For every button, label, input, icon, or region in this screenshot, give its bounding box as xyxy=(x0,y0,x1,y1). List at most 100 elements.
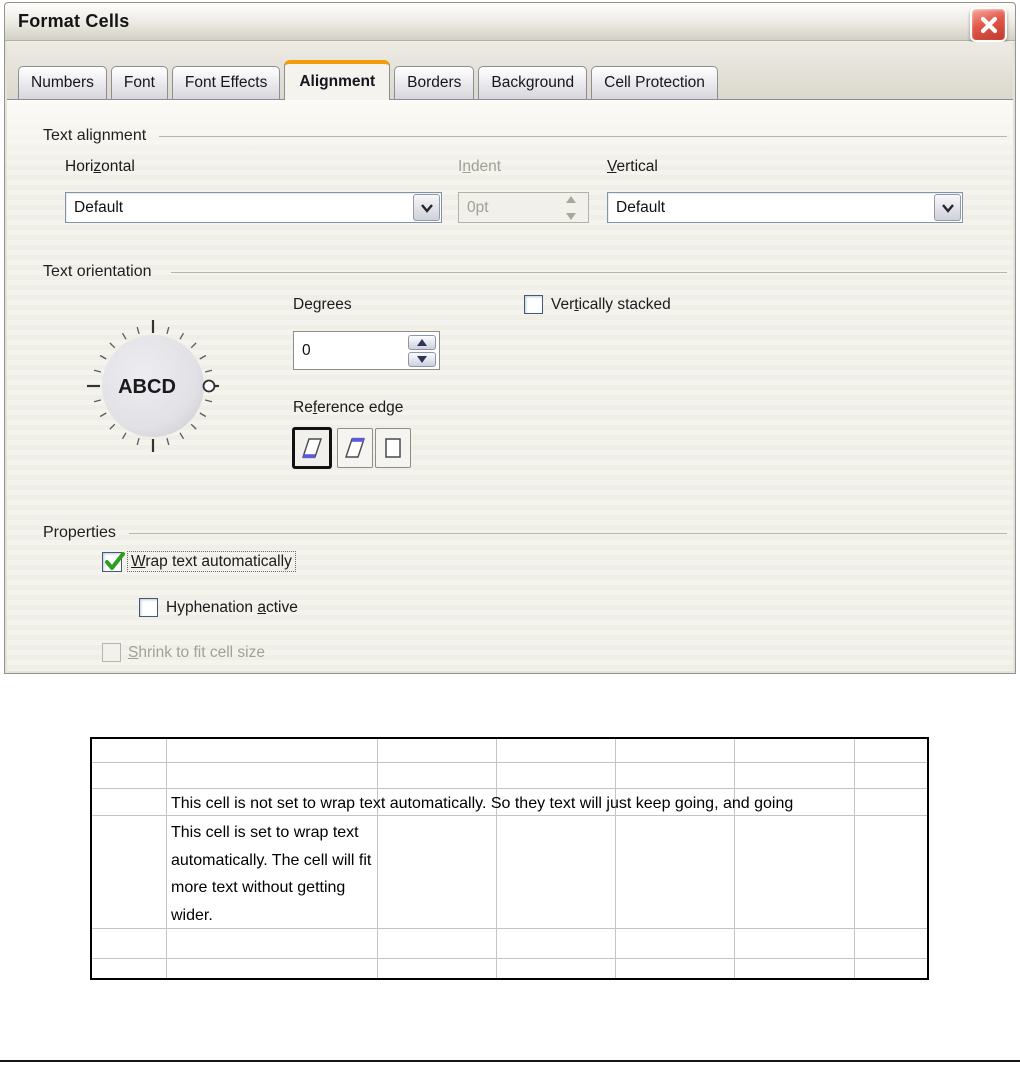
tab-strip: Numbers Font Font Effects Alignment Borders B… xyxy=(7,42,1013,100)
indent-down-icon xyxy=(557,209,585,224)
dialog-titlebar[interactable]: Format Cells xyxy=(5,3,1015,41)
properties-line xyxy=(129,533,1007,534)
vertical-value: Default xyxy=(616,198,666,216)
chevron-down-icon xyxy=(420,203,433,213)
chevron-down-icon xyxy=(941,203,954,213)
indent-spinner: 0pt xyxy=(458,192,589,223)
vertically-stacked-checkbox[interactable] xyxy=(524,295,543,314)
sheet-cell[interactable] xyxy=(378,816,497,929)
sheet-cell[interactable] xyxy=(616,739,735,763)
sheet-cell[interactable] xyxy=(855,929,927,959)
vertical-select[interactable]: Default xyxy=(607,192,963,223)
arrow-down-icon xyxy=(417,355,427,363)
sheet-cell[interactable] xyxy=(855,739,927,763)
sheet-cell[interactable] xyxy=(855,763,927,789)
spreadsheet-example: This cell is not set to wrap text automa… xyxy=(90,737,929,980)
sheet-cell[interactable] xyxy=(167,929,378,959)
shrink-to-fit-checkbox xyxy=(102,643,121,662)
indent-label: Indent xyxy=(458,158,502,175)
sheet-cell[interactable] xyxy=(92,816,167,929)
degrees-label: Degrees xyxy=(293,296,352,313)
indent-value: 0pt xyxy=(467,198,489,216)
sheet-cell[interactable] xyxy=(735,929,855,959)
sheet-cell[interactable] xyxy=(497,959,616,978)
sheet-cell[interactable] xyxy=(378,739,497,763)
degrees-spinner[interactable]: 0 xyxy=(293,331,440,370)
arrow-up-icon xyxy=(417,338,427,346)
wrap-text-checkbox[interactable] xyxy=(102,552,125,572)
wrap-text-label: Wrap text automatically xyxy=(127,551,296,572)
rotation-dial[interactable]: ABCD xyxy=(85,318,221,454)
tab-alignment[interactable]: Alignment xyxy=(284,60,391,100)
sheet-cell[interactable] xyxy=(497,929,616,959)
ref-edge-lower-button[interactable] xyxy=(293,428,331,468)
wrap-cell-text[interactable]: This cell is set to wrap text automatica… xyxy=(171,819,373,929)
tab-cell-protection[interactable]: Cell Protection xyxy=(591,66,718,99)
sheet-cell[interactable] xyxy=(735,816,855,929)
properties-caption: Properties xyxy=(43,524,116,541)
degrees-down-button[interactable] xyxy=(408,351,436,367)
dialog-title: Format Cells xyxy=(18,11,130,31)
sheet-cell[interactable] xyxy=(92,929,167,959)
horizontal-select[interactable]: Default xyxy=(65,192,442,223)
sheet-cell[interactable] xyxy=(735,959,855,978)
tab-numbers[interactable]: Numbers xyxy=(18,66,107,99)
sheet-cell[interactable] xyxy=(92,789,167,816)
sheet-cell[interactable] xyxy=(735,763,855,789)
format-cells-dialog: Format Cells Numbers Font Font Effects Alig… xyxy=(4,2,1016,674)
sheet-cell[interactable] xyxy=(378,763,497,789)
indent-up-icon xyxy=(557,192,585,207)
vertical-dropdown-button[interactable] xyxy=(934,194,961,221)
horizontal-dropdown-button[interactable] xyxy=(413,194,440,221)
horizontal-value: Default xyxy=(74,198,124,216)
sheet-cell[interactable] xyxy=(616,929,735,959)
degrees-up-button[interactable] xyxy=(408,334,436,350)
close-button[interactable] xyxy=(970,7,1007,42)
tab-font[interactable]: Font xyxy=(110,66,168,99)
sheet-cell[interactable] xyxy=(497,763,616,789)
vertically-stacked-label: Vertically stacked xyxy=(551,296,671,313)
ref-edge-upper-button[interactable] xyxy=(337,428,373,468)
sheet-cell[interactable] xyxy=(616,763,735,789)
indent-spin-buttons xyxy=(557,192,585,224)
horizontal-label: Horizontal xyxy=(65,158,135,175)
page: Format Cells Numbers Font Font Effects Alig… xyxy=(0,0,1020,1068)
page-bottom-rule xyxy=(0,1060,1020,1062)
sheet-cell[interactable] xyxy=(616,959,735,978)
sheet-cell[interactable] xyxy=(167,763,378,789)
sheet-cell[interactable] xyxy=(378,929,497,959)
close-icon xyxy=(980,16,997,33)
sheet-cell[interactable] xyxy=(92,763,167,789)
sheet-cell[interactable] xyxy=(735,739,855,763)
tab-background[interactable]: Background xyxy=(478,66,588,99)
extension-from-upper-border-icon xyxy=(345,437,365,458)
extension-from-lower-border-icon xyxy=(302,438,322,459)
text-orientation-line xyxy=(171,272,1007,273)
sheet-cell[interactable] xyxy=(92,739,167,763)
sheet-cell[interactable] xyxy=(167,959,378,978)
ref-edge-inside-button[interactable] xyxy=(375,428,411,468)
degrees-value: 0 xyxy=(302,341,311,359)
sheet-cell[interactable] xyxy=(855,959,927,978)
nowrap-cell-text[interactable]: This cell is not set to wrap text automa… xyxy=(171,792,927,818)
reference-edge-label: Reference edge xyxy=(293,399,404,416)
text-alignment-caption: Text alignment xyxy=(43,127,147,144)
sheet-cell[interactable] xyxy=(92,959,167,978)
sheet-cell[interactable] xyxy=(497,816,616,929)
sheet-cell[interactable] xyxy=(167,739,378,763)
text-orientation-caption: Text orientation xyxy=(43,263,152,280)
sheet-cell[interactable] xyxy=(616,816,735,929)
extension-inside-cell-icon xyxy=(385,438,401,458)
tab-font-effects[interactable]: Font Effects xyxy=(171,66,281,99)
sheet-cell[interactable] xyxy=(855,816,927,929)
alignment-tab-panel: Text alignment Horizontal Default Indent… xyxy=(7,99,1013,671)
dial-sample-text: ABCD xyxy=(118,376,176,398)
sheet-cell[interactable] xyxy=(497,739,616,763)
sheet-cell[interactable] xyxy=(378,959,497,978)
tab-borders[interactable]: Borders xyxy=(394,66,475,99)
text-alignment-line xyxy=(159,136,1007,137)
hyphenation-checkbox[interactable] xyxy=(139,598,158,617)
dial-handle[interactable] xyxy=(202,379,216,393)
degrees-spin-buttons xyxy=(408,334,436,367)
checkmark-icon xyxy=(105,552,125,570)
